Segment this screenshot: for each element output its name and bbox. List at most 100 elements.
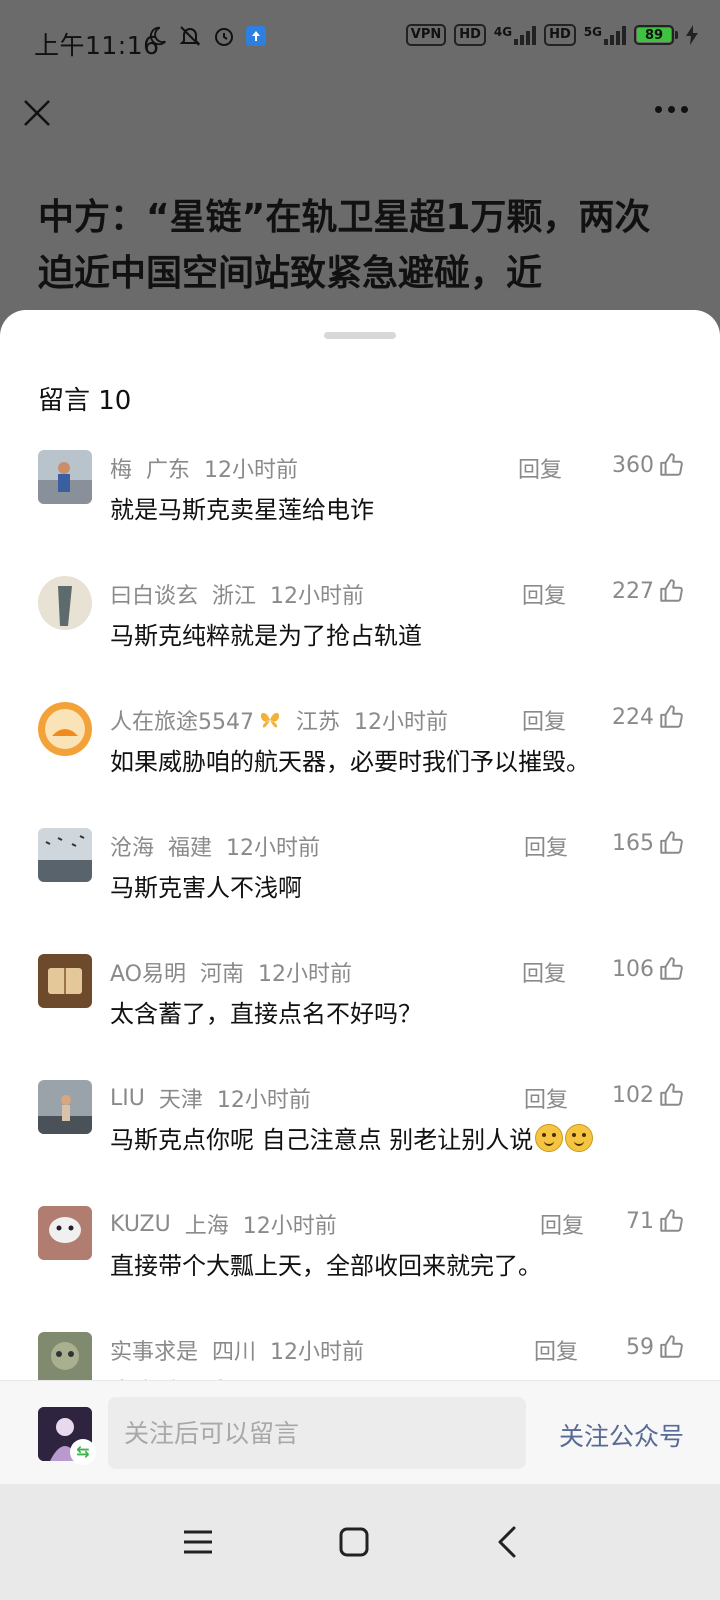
more-options-icon[interactable] [655,106,688,113]
like-button[interactable]: 71 [626,1208,684,1234]
comment-text: 直接带个大瓢上天，全部收回来就完了。 [110,1252,542,1280]
comment-meta: 人在旅途5547 江苏 12小时前 [110,704,448,736]
butterfly-badge-icon [260,712,280,728]
status-left-icons [146,24,266,48]
charging-icon [686,25,698,45]
commenter-region: 四川 [212,1340,257,1365]
comment-text: 太含蓄了，直接点名不好吗？ [110,1000,422,1028]
like-count: 360 [612,452,654,478]
comment-item: 梅 广东 12小时前 回复 360 就是马斯克卖星莲给电诈 [38,450,684,550]
avatar[interactable] [38,1080,92,1134]
comment-time: 12小时前 [204,458,299,483]
avatar[interactable] [38,954,92,1008]
smile-emoji-icon [535,1124,564,1152]
like-count: 59 [626,1334,654,1360]
reply-button[interactable]: 回复 [522,704,566,736]
like-button[interactable]: 106 [612,956,684,982]
avatar[interactable] [38,702,92,756]
commenter-name[interactable]: LIU [110,1086,145,1111]
like-button[interactable]: 102 [612,1082,684,1108]
avatar[interactable] [38,1332,92,1386]
comment-meta: AO易明 河南 12小时前 [110,956,352,988]
back-icon[interactable] [488,1522,528,1562]
comment-item: 沧海 福建 12小时前 回复 165 马斯克害人不浅啊 [38,828,684,928]
article-title: 中方：“星链”在轨卫星超1万颗，两次迫近中国空间站致紧急避碰，近 [38,197,651,294]
like-button[interactable]: 165 [612,830,684,856]
comment-item: LIU 天津 12小时前 回复 102 马斯克点你呢 自己注意点 别老让别人说 [38,1080,684,1180]
commenter-name[interactable]: KUZU [110,1212,171,1237]
avatar[interactable] [38,450,92,504]
comment-time: 12小时前 [270,1340,365,1365]
avatar[interactable] [38,828,92,882]
like-count: 227 [612,578,654,604]
reply-button[interactable]: 回复 [540,1208,584,1240]
commenter-name[interactable]: 实事求是 [110,1334,198,1366]
comment-meta: 沧海 福建 12小时前 [110,830,320,862]
moon-icon [149,26,166,46]
comments-count-title: 留言 10 [38,386,132,416]
like-count: 224 [612,704,654,730]
reply-button[interactable]: 回复 [522,578,566,610]
avatar[interactable] [38,1206,92,1260]
status-time: 上午11:16 [34,31,160,60]
like-button[interactable]: 59 [626,1334,684,1360]
commenter-name[interactable]: 梅 [110,452,132,484]
commenter-region: 上海 [184,1214,229,1239]
comment-meta: 实事求是 四川 12小时前 [110,1334,364,1366]
commenter-region: 广东 [146,458,191,483]
commenter-region: 浙江 [212,584,257,609]
commenter-region: 福建 [168,836,213,861]
commenter-name[interactable]: 沧海 [110,830,154,862]
commenter-name[interactable]: AO易明 [110,956,186,988]
comment-time: 12小时前 [258,962,352,987]
reply-button[interactable]: 回复 [534,1334,578,1366]
comment-input[interactable] [108,1397,526,1469]
commenter-region: 江苏 [296,710,341,735]
commenter-name[interactable]: 人在旅途5547 [110,704,254,736]
thumbs-up-icon [660,453,683,476]
comment-text: 如果威胁咱的航天器，必要时我们予以摧毁。 [110,748,590,776]
comment-time: 12小时前 [242,1214,337,1239]
reply-button[interactable]: 回复 [524,830,568,862]
article-toolbar [0,84,720,144]
comment-meta: 曰白谈玄 浙江 12小时前 [110,578,364,610]
follow-account-button[interactable]: 关注公众号 [559,1417,684,1453]
upload-notification-icon [246,26,266,46]
hd-badge: HD [454,24,486,46]
signal-5g: 5G [584,25,626,45]
thumbs-up-icon [660,1335,683,1358]
reply-button[interactable]: 回复 [518,452,562,484]
network-type-label: 4G [493,25,513,39]
like-count: 106 [612,956,654,982]
comment-time: 12小时前 [216,1088,311,1113]
network-type-label-2: 5G [583,25,602,39]
comment-item: 曰白谈玄 浙江 12小时前 回复 227 马斯克纯粹就是为了抢占轨道 [38,576,684,676]
comment-text-body: 马斯克点你呢 自己注意点 别老让别人说 [110,1126,534,1154]
thumbs-up-icon [660,705,683,728]
comment-item: KUZU 上海 12小时前 回复 71 直接带个大瓢上天，全部收回来就完了。 [38,1206,684,1306]
signal-bars-icon [514,25,537,45]
comment-meta: KUZU 上海 12小时前 [110,1208,337,1240]
menu-icon[interactable] [178,1522,218,1562]
thumbs-up-icon [660,1083,683,1106]
battery-level: 89 [637,28,671,43]
comment-meta: 梅 广东 12小时前 [110,452,298,484]
like-count: 102 [612,1082,654,1108]
reply-button[interactable]: 回复 [522,956,566,988]
sheet-drag-handle[interactable] [324,332,396,339]
smile-emoji-icon [565,1124,594,1152]
reply-button[interactable]: 回复 [524,1082,568,1114]
commenter-name[interactable]: 曰白谈玄 [110,578,198,610]
like-button[interactable]: 227 [612,578,684,604]
alarm-icon [215,28,233,46]
like-button[interactable]: 224 [612,704,684,730]
comment-item: AO易明 河南 12小时前 回复 106 太含蓄了，直接点名不好吗？ [38,954,684,1054]
home-icon[interactable] [334,1522,374,1562]
system-navigation-bar [0,1484,720,1600]
switch-account-icon[interactable]: ⇆ [70,1439,96,1465]
like-button[interactable]: 360 [612,452,684,478]
close-icon[interactable] [22,98,52,128]
commenter-region: 天津 [158,1088,203,1113]
avatar[interactable] [38,576,92,630]
comment-item: 人在旅途5547 江苏 12小时前 回复 224 如果威胁咱的航天器，必要时我们… [38,702,684,802]
